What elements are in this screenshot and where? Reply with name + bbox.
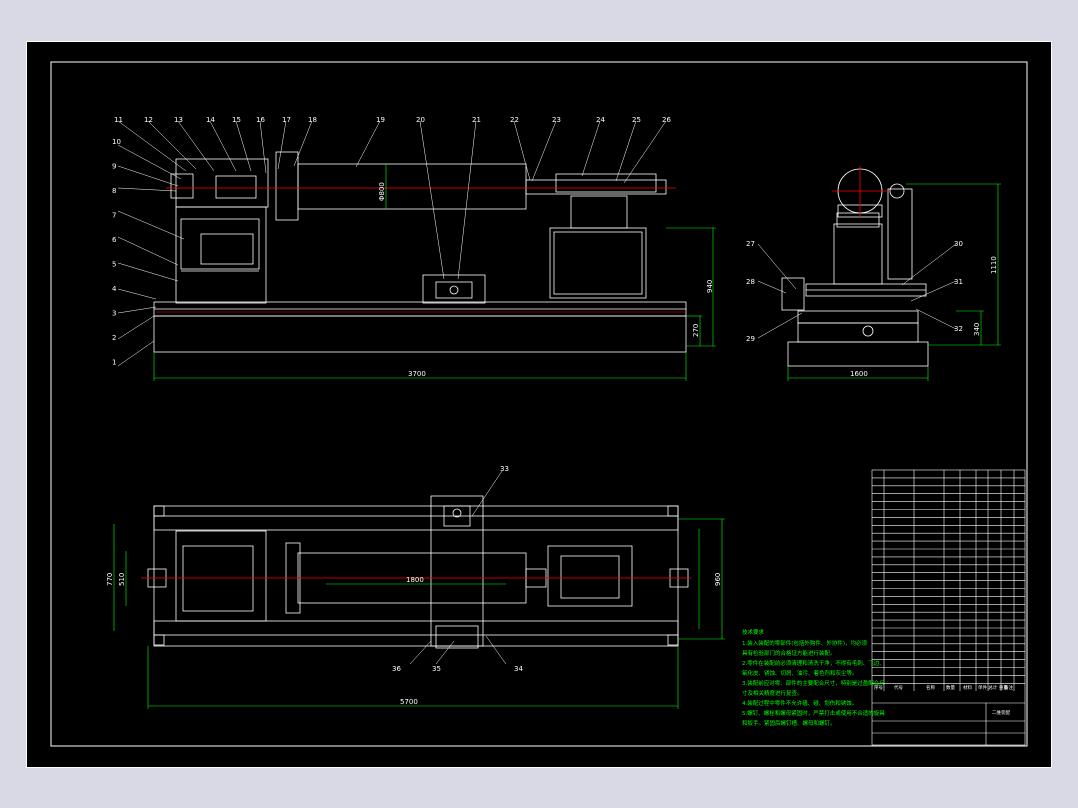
sheet-border-outer	[26, 41, 1052, 768]
part-label-21: 21	[472, 116, 481, 124]
dim-top-roll-length: 1800	[406, 576, 424, 584]
side-part-labels: 27 28 29 30 31 32	[746, 240, 963, 343]
part-label-22: 22	[510, 116, 519, 124]
part-label-28: 28	[746, 278, 755, 286]
front-dimensions	[153, 164, 716, 381]
part-label-34: 34	[514, 665, 523, 673]
side-base	[787, 341, 929, 367]
part-label-20: 20	[416, 116, 425, 124]
note-line: 寸及相关精度进行复查。	[742, 689, 803, 697]
part-label-31: 31	[954, 278, 963, 286]
notes-lines: 1.装入装配的零部件(包括外购件、外协件)，均必须具有检验部门的合格证方能进行装…	[742, 639, 885, 727]
mid-support	[422, 274, 486, 304]
part-label-27: 27	[746, 240, 755, 248]
dim-top-width-inner-label: 510	[118, 573, 126, 586]
cad-viewport[interactable]: 技术要求 1.装入装配的零部件(包括外购件、外协件)，均必须 具有检验部门的合格证…	[26, 41, 1052, 768]
note-line: 氧化皮、锈蚀、切屑、油污、着色剂和灰尘等。	[742, 669, 858, 677]
note-line: 5.螺钉、螺栓和螺母紧固时，严禁打击或使用不合适的旋具	[742, 709, 885, 717]
part-label-25: 25	[632, 116, 641, 124]
note-line: 1.装入装配的零部件(包括外购件、外协件)，均必须	[742, 639, 868, 647]
part-label-29: 29	[746, 335, 755, 343]
bom-header-cell: 代号	[894, 684, 903, 691]
bom-header-cell: 名称	[926, 684, 935, 691]
note-line: 3.装配前应对零、部件的主要配合尺寸，特别是过盈配合尺	[742, 679, 885, 687]
part-label-4: 4	[112, 285, 117, 293]
side-dimensions	[787, 183, 1001, 381]
dim-top-width-outer: 770	[106, 573, 114, 586]
note-line: 具有检验部门的合格证方能进行装配。	[742, 649, 836, 657]
notes-title: 技术要求	[742, 628, 765, 636]
part-label-36: 36	[392, 665, 401, 673]
dim-roll-diameter: Φ800	[378, 182, 386, 201]
motor-box	[180, 218, 260, 270]
part-label-15: 15	[232, 116, 241, 124]
front-leaders	[117, 120, 667, 367]
top-left-bed	[175, 530, 267, 622]
assembly-drawing: 技术要求 1.装入装配的零部件(包括外购件、外协件)，均必须具有检验部门的合格证…	[26, 41, 1052, 768]
part-label-13: 13	[174, 116, 183, 124]
side-column	[833, 223, 883, 285]
top-carriage	[430, 495, 484, 647]
bom-header-cell: 备注	[1004, 684, 1013, 691]
part-label-18: 18	[308, 116, 317, 124]
part-label-23: 23	[552, 116, 561, 124]
bom-header-cell: 数量	[946, 684, 955, 691]
part-label-33: 33	[500, 465, 509, 473]
part-label-1: 1	[112, 359, 116, 367]
dim-front-length: 3700	[408, 370, 426, 378]
top-dimensions	[113, 518, 725, 709]
part-label-6: 6	[112, 236, 117, 244]
part-label-32: 32	[954, 325, 963, 333]
part-label-12: 12	[144, 116, 153, 124]
part-label-30: 30	[954, 240, 963, 248]
part-label-10: 10	[112, 138, 121, 146]
tailstock	[555, 173, 657, 193]
note-line: 4.装配过程中零件不允许磕、碰、划伤和锈蚀。	[742, 699, 857, 707]
note-line: 2.零件在装配前必须清理和清洗干净，不得有毛刺、飞边、	[742, 659, 885, 667]
dim-front-height: 940	[706, 280, 714, 293]
dim-top-right-width: 960	[714, 573, 722, 586]
top-tailstock	[547, 545, 633, 607]
dim-side-width: 1600	[850, 370, 868, 378]
drawing-name: 二维装配	[992, 709, 1010, 716]
front-view	[153, 151, 687, 353]
roll-drum	[297, 163, 527, 210]
part-label-8: 8	[112, 187, 116, 195]
dim-top-length: 5700	[400, 698, 418, 706]
part-label-11: 11	[114, 116, 123, 124]
part-label-35: 35	[432, 665, 441, 673]
part-label-3: 3	[112, 310, 116, 318]
part-label-26: 26	[662, 116, 671, 124]
control-cabinet	[549, 227, 647, 299]
part-label-5: 5	[112, 261, 116, 269]
part-label-2: 2	[112, 334, 116, 342]
motor	[200, 233, 254, 265]
motor-stand	[175, 206, 267, 304]
sheet-border-inner	[50, 61, 1028, 747]
dim-front-base: 270	[692, 324, 700, 337]
part-label-19: 19	[376, 116, 385, 124]
bom-header-cell: 序号	[874, 684, 883, 691]
part-label-14: 14	[206, 116, 215, 124]
part-label-9: 9	[112, 163, 116, 171]
part-label-16: 16	[256, 116, 265, 124]
side-view	[781, 168, 929, 367]
dim-side-height: 1110	[990, 256, 998, 274]
side-arm	[887, 188, 913, 280]
note-line: 和扳手。紧固后螺钉槽、螺母和螺钉。	[742, 719, 836, 727]
top-view	[147, 495, 689, 649]
title-block	[871, 469, 1026, 746]
part-label-7: 7	[112, 212, 116, 220]
front-part-labels: 11 12 13 14 15 16 17 18 19 20 21 22 23 24 25 2610987654…	[112, 116, 671, 367]
front-base	[153, 315, 687, 353]
dim-side-base: 340	[973, 323, 981, 336]
bom-header-cell: 材料	[963, 684, 972, 691]
part-label-17: 17	[282, 116, 291, 124]
part-label-24: 24	[596, 116, 605, 124]
